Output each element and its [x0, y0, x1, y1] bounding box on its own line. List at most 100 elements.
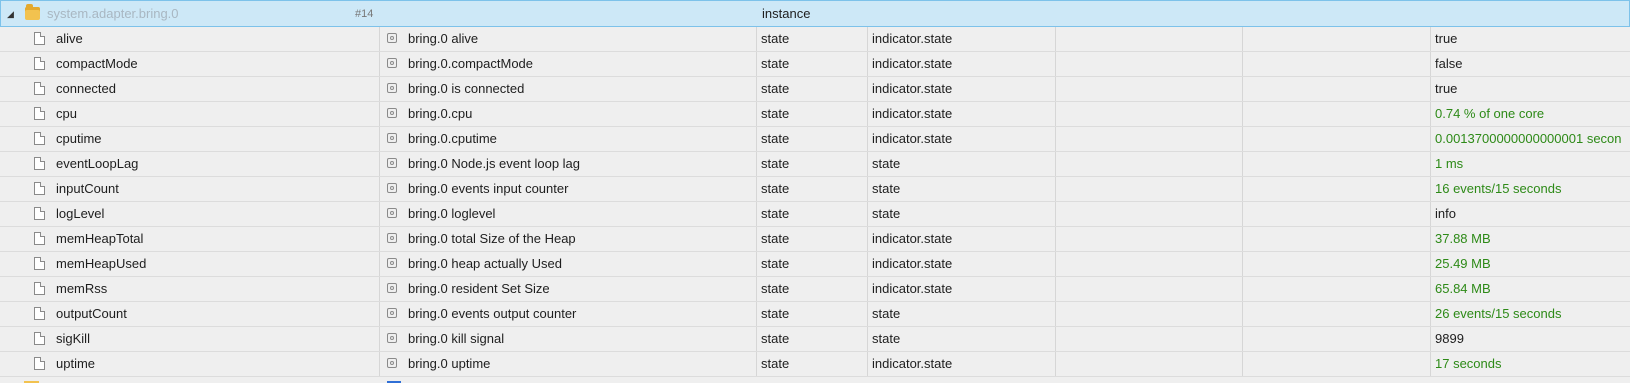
object-name: bring.0.cpu — [408, 106, 473, 121]
role-cell: state — [868, 327, 1056, 351]
function-cell[interactable] — [1243, 252, 1431, 276]
value-cell[interactable]: 37.88 MB — [1431, 227, 1630, 251]
object-id: sigKill — [56, 331, 90, 346]
value-cell[interactable]: 0.0013700000000000001 secon — [1431, 127, 1630, 151]
role-cell: state — [868, 152, 1056, 176]
tree-row-state[interactable]: alive bring.0 alive state indicator.stat… — [0, 27, 1630, 52]
role-cell: state — [868, 202, 1056, 226]
tree-row-state[interactable]: compactMode bring.0.compactMode state in… — [0, 52, 1630, 77]
state-icon — [387, 158, 397, 168]
tree-row-state[interactable]: uptime bring.0 uptime state indicator.st… — [0, 352, 1630, 377]
room-cell[interactable] — [1056, 27, 1243, 51]
room-cell[interactable] — [1056, 52, 1243, 76]
file-icon — [34, 132, 45, 145]
tree-row-state[interactable]: inputCount bring.0 events input counter … — [0, 177, 1630, 202]
function-cell[interactable] — [1243, 202, 1431, 226]
function-cell[interactable] — [1243, 152, 1431, 176]
value-cell[interactable]: 16 events/15 seconds — [1431, 177, 1630, 201]
state-icon — [387, 258, 397, 268]
tree-row-state[interactable]: sigKill bring.0 kill signal state state … — [0, 327, 1630, 352]
value-cell[interactable]: 1 ms — [1431, 152, 1630, 176]
object-tree: ◢ system.adapter.bring.0 #14 bring insta… — [0, 0, 1630, 383]
tree-row-state[interactable]: cputime bring.0.cputime state indicator.… — [0, 127, 1630, 152]
file-icon — [34, 232, 45, 245]
value-cell[interactable]: 17 seconds — [1431, 352, 1630, 376]
room-cell[interactable] — [1056, 152, 1243, 176]
type-cell: state — [757, 227, 868, 251]
room-cell[interactable] — [1056, 177, 1243, 201]
value-cell[interactable]: 65.84 MB — [1431, 277, 1630, 301]
room-cell[interactable] — [1056, 227, 1243, 251]
object-id: cpu — [56, 106, 77, 121]
function-cell[interactable] — [1243, 327, 1431, 351]
room-cell[interactable] — [1056, 302, 1243, 326]
role-cell: state — [868, 302, 1056, 326]
function-cell[interactable] — [1243, 102, 1431, 126]
object-name: bring.0 events input counter — [408, 181, 569, 196]
name-cell: bring.0 alive — [380, 27, 757, 51]
type-cell: state — [757, 327, 868, 351]
room-cell[interactable] — [1056, 327, 1243, 351]
object-id: compactMode — [56, 56, 138, 71]
role-cell: indicator.state — [868, 52, 1056, 76]
function-cell[interactable] — [1243, 52, 1431, 76]
object-name: bring.0 resident Set Size — [408, 281, 550, 296]
object-name: bring.0.cputime — [408, 131, 497, 146]
object-id: system.adapter.bring.0 — [47, 6, 179, 21]
tree-row-next-partial[interactable] — [0, 377, 1630, 383]
object-id: alive — [56, 31, 83, 46]
value-cell[interactable]: true — [1431, 27, 1630, 51]
tree-row-state[interactable]: memRss bring.0 resident Set Size state i… — [0, 277, 1630, 302]
value-cell[interactable]: false — [1431, 52, 1630, 76]
object-name: bring.0 events output counter — [408, 306, 577, 321]
value-cell[interactable]: 9899 — [1431, 327, 1630, 351]
tree-row-adapter-instance[interactable]: ◢ system.adapter.bring.0 #14 bring insta… — [0, 0, 1630, 27]
function-cell[interactable] — [1243, 277, 1431, 301]
name-cell: bring.0.cpu — [380, 102, 757, 126]
room-cell[interactable] — [1056, 102, 1243, 126]
object-id: logLevel — [56, 206, 105, 221]
value-cell[interactable]: true — [1431, 77, 1630, 101]
room-cell[interactable] — [1056, 277, 1243, 301]
id-cell: ◢ system.adapter.bring.0 #14 — [1, 1, 381, 27]
function-cell[interactable] — [1243, 127, 1431, 151]
name-cell: bring.0.cputime — [380, 127, 757, 151]
state-icon — [387, 333, 397, 343]
room-cell[interactable] — [1056, 352, 1243, 376]
value-cell[interactable]: 25.49 MB — [1431, 252, 1630, 276]
type-cell: state — [757, 177, 868, 201]
function-cell[interactable] — [1243, 302, 1431, 326]
tree-row-state[interactable]: connected bring.0 is connected state ind… — [0, 77, 1630, 102]
tree-row-state[interactable]: eventLoopLag bring.0 Node.js event loop … — [0, 152, 1630, 177]
id-cell: connected — [0, 77, 380, 101]
function-cell[interactable] — [1243, 227, 1431, 251]
value-cell[interactable]: 26 events/15 seconds — [1431, 302, 1630, 326]
object-id: outputCount — [56, 306, 127, 321]
tree-row-state[interactable]: cpu bring.0.cpu state indicator.state 0.… — [0, 102, 1630, 127]
function-cell[interactable] — [1243, 27, 1431, 51]
room-cell[interactable] — [1056, 252, 1243, 276]
file-icon — [34, 282, 45, 295]
tree-row-state[interactable]: memHeapTotal bring.0 total Size of the H… — [0, 227, 1630, 252]
room-cell[interactable] — [1056, 77, 1243, 101]
tree-row-state[interactable]: outputCount bring.0 events output counte… — [0, 302, 1630, 327]
function-cell[interactable] — [1243, 352, 1431, 376]
value-cell[interactable]: info — [1431, 202, 1630, 226]
name-cell: bring.0 loglevel — [380, 202, 757, 226]
function-cell[interactable] — [1243, 77, 1431, 101]
room-cell[interactable] — [1056, 202, 1243, 226]
role-cell: indicator.state — [868, 102, 1056, 126]
id-cell: outputCount — [0, 302, 380, 326]
id-cell: cpu — [0, 102, 380, 126]
tree-row-state[interactable]: memHeapUsed bring.0 heap actually Used s… — [0, 252, 1630, 277]
tree-row-state[interactable]: logLevel bring.0 loglevel state state in… — [0, 202, 1630, 227]
value-cell[interactable]: 0.74 % of one core — [1431, 102, 1630, 126]
room-cell[interactable] — [1056, 127, 1243, 151]
id-cell: memHeapUsed — [0, 252, 380, 276]
collapse-icon[interactable]: ◢ — [7, 1, 17, 27]
type-cell: instance — [762, 6, 811, 21]
role-cell: indicator.state — [868, 277, 1056, 301]
function-cell[interactable] — [1243, 177, 1431, 201]
id-cell: uptime — [0, 352, 380, 376]
state-icon — [387, 308, 397, 318]
